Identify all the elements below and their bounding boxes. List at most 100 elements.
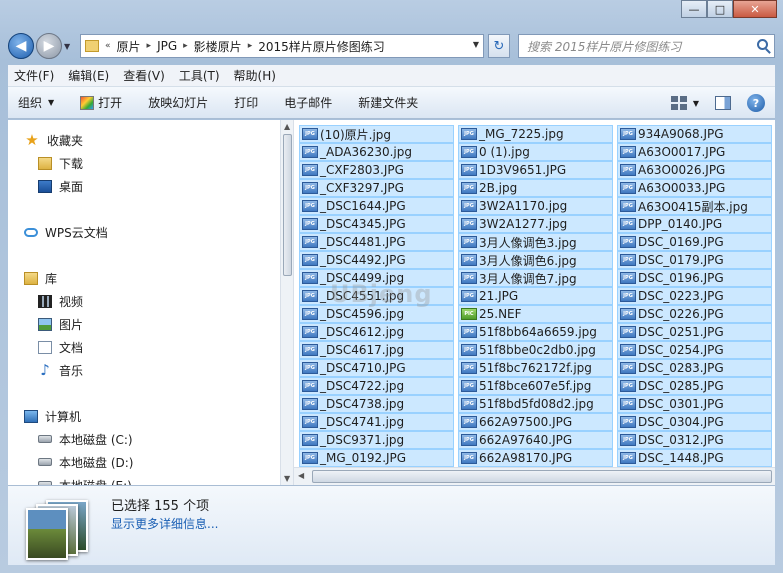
- breadcrumb-raw[interactable]: 原片: [117, 38, 141, 55]
- search-input[interactable]: 搜索 2015样片原片修图练习: [518, 34, 775, 58]
- file-item[interactable]: JPG 662A98170.JPG: [458, 449, 613, 467]
- nav-favorites[interactable]: ★ 收藏夹: [24, 130, 83, 150]
- file-item[interactable]: JPG 662A97640.JPG: [458, 431, 613, 449]
- file-item[interactable]: JPG 662A97500.JPG: [458, 413, 613, 431]
- file-item[interactable]: JPG DSC_0254.JPG: [617, 341, 772, 359]
- file-item[interactable]: JPG DSC_0285.JPG: [617, 377, 772, 395]
- file-item[interactable]: JPG 21.JPG: [458, 287, 613, 305]
- breadcrumb-studio[interactable]: 影楼原片: [194, 38, 242, 55]
- file-item[interactable]: PIC 25.NEF: [458, 305, 613, 323]
- minimize-button[interactable]: —: [681, 0, 707, 18]
- email-button[interactable]: 电子邮件: [284, 94, 332, 111]
- file-item[interactable]: JPG 0 (1).jpg: [458, 143, 613, 161]
- nav-drive-d[interactable]: 本地磁盘 (D:): [38, 452, 133, 472]
- nav-desktop[interactable]: 桌面: [38, 176, 83, 196]
- nav-videos[interactable]: 视频: [38, 291, 83, 311]
- maximize-button[interactable]: □: [707, 0, 733, 18]
- scroll-thumb[interactable]: [283, 134, 292, 276]
- file-item[interactable]: JPG _DSC4499.jpg: [299, 269, 454, 287]
- file-item[interactable]: JPG A63O0017.JPG: [617, 143, 772, 161]
- file-item[interactable]: JPG _CXF3297.JPG: [299, 179, 454, 197]
- file-item[interactable]: JPG 2B.jpg: [458, 179, 613, 197]
- breadcrumb-separator[interactable]: ▸: [147, 41, 152, 51]
- file-item[interactable]: JPG DSC_0179.JPG: [617, 251, 772, 269]
- file-item[interactable]: JPG A63O0415副本.jpg: [617, 197, 772, 215]
- file-item[interactable]: JPG DSC_0304.JPG: [617, 413, 772, 431]
- address-dropdown-icon[interactable]: ▼: [473, 40, 479, 49]
- scroll-down-icon[interactable]: ▼: [284, 474, 290, 483]
- file-item[interactable]: JPG DSC_0169.JPG: [617, 233, 772, 251]
- back-button[interactable]: ◀: [8, 33, 34, 59]
- address-bar[interactable]: « 原片 ▸ JPG ▸ 影楼原片 ▸ 2015样片原片修图练习 ▼: [80, 34, 484, 58]
- file-item[interactable]: JPG _DSC4741.jpg: [299, 413, 454, 431]
- view-dropdown-icon[interactable]: ▼: [693, 99, 699, 108]
- file-item[interactable]: JPG _DSC9371.jpg: [299, 431, 454, 449]
- nav-libraries[interactable]: 库: [24, 268, 57, 288]
- nav-drive-e[interactable]: 本地磁盘 (E:): [38, 475, 132, 485]
- file-item[interactable]: JPG _DSC1644.JPG: [299, 197, 454, 215]
- file-item[interactable]: JPG 934A9068.JPG: [617, 125, 772, 143]
- nav-documents[interactable]: 文档: [38, 337, 83, 357]
- file-item[interactable]: JPG 3W2A1277.jpg: [458, 215, 613, 233]
- file-item[interactable]: JPG _DSC4596.jpg: [299, 305, 454, 323]
- file-item[interactable]: JPG _DSC4617.jpg: [299, 341, 454, 359]
- new-folder-button[interactable]: 新建文件夹: [358, 94, 418, 111]
- file-item[interactable]: JPG A63O0026.JPG: [617, 161, 772, 179]
- show-more-details-link[interactable]: 显示更多详细信息...: [111, 515, 218, 532]
- file-item[interactable]: JPG DSC_1448.JPG: [617, 449, 772, 467]
- file-item[interactable]: JPG 51f8bbe0c2db0.jpg: [458, 341, 613, 359]
- nav-pictures[interactable]: 图片: [38, 314, 83, 334]
- file-item[interactable]: JPG DSC_0283.JPG: [617, 359, 772, 377]
- slideshow-button[interactable]: 放映幻灯片: [148, 94, 208, 111]
- file-item[interactable]: JPG 51f8bd5fd08d2.jpg: [458, 395, 613, 413]
- file-item[interactable]: JPG _ADA36230.jpg: [299, 143, 454, 161]
- file-item[interactable]: JPG _CXF2803.JPG: [299, 161, 454, 179]
- nav-drive-c[interactable]: 本地磁盘 (C:): [38, 429, 133, 449]
- file-item[interactable]: JPG _MG_0192.JPG: [299, 449, 454, 467]
- nav-wps-cloud[interactable]: WPS云文档: [24, 222, 108, 242]
- close-button[interactable]: ✕: [733, 0, 777, 18]
- file-item[interactable]: JPG _DSC4551.jpg: [299, 287, 454, 305]
- refresh-button[interactable]: ↻: [488, 34, 510, 58]
- preview-pane-icon[interactable]: [715, 96, 731, 110]
- file-item[interactable]: JPG _DSC4738.jpg: [299, 395, 454, 413]
- file-item[interactable]: JPG 3月人像调色3.jpg: [458, 233, 613, 251]
- file-item[interactable]: JPG DSC_0196.JPG: [617, 269, 772, 287]
- file-item[interactable]: JPG 3月人像调色6.jpg: [458, 251, 613, 269]
- file-item[interactable]: JPG DSC_0226.JPG: [617, 305, 772, 323]
- recent-pages-dropdown[interactable]: ▼: [64, 42, 70, 51]
- scroll-thumb[interactable]: [312, 470, 772, 483]
- organize-button[interactable]: 组织 ▼: [18, 94, 54, 111]
- breadcrumb-jpg[interactable]: JPG: [157, 39, 177, 53]
- forward-button[interactable]: ▶: [36, 33, 62, 59]
- file-item[interactable]: JPG (10)原片.jpg: [299, 125, 454, 143]
- file-item[interactable]: JPG _DSC4612.jpg: [299, 323, 454, 341]
- help-icon[interactable]: ?: [747, 94, 765, 112]
- open-button[interactable]: 打开: [80, 94, 122, 111]
- file-item[interactable]: JPG 3月人像调色7.jpg: [458, 269, 613, 287]
- nav-computer[interactable]: 计算机: [24, 406, 81, 426]
- file-item[interactable]: JPG 3W2A1170.jpg: [458, 197, 613, 215]
- menu-help[interactable]: 帮助(H): [234, 67, 276, 84]
- file-item[interactable]: JPG _DSC4481.JPG: [299, 233, 454, 251]
- breadcrumb-separator[interactable]: ▸: [183, 41, 188, 51]
- file-item[interactable]: JPG A63O0033.JPG: [617, 179, 772, 197]
- menu-tools[interactable]: 工具(T): [179, 67, 220, 84]
- file-item[interactable]: JPG DSC_0223.JPG: [617, 287, 772, 305]
- file-item[interactable]: JPG _DSC4345.JPG: [299, 215, 454, 233]
- menu-edit[interactable]: 编辑(E): [68, 67, 109, 84]
- print-button[interactable]: 打印: [234, 94, 258, 111]
- file-item[interactable]: JPG DSC_0251.JPG: [617, 323, 772, 341]
- file-list-horizontal-scrollbar[interactable]: ◀: [294, 467, 775, 485]
- file-item[interactable]: JPG _DSC4492.JPG: [299, 251, 454, 269]
- file-item[interactable]: JPG _DSC4722.jpg: [299, 377, 454, 395]
- file-item[interactable]: JPG DSC_0301.JPG: [617, 395, 772, 413]
- breadcrumb-separator[interactable]: ▸: [248, 41, 253, 51]
- scroll-left-icon[interactable]: ◀: [298, 471, 304, 480]
- file-item[interactable]: JPG _DSC4710.JPG: [299, 359, 454, 377]
- address-prefix[interactable]: «: [105, 41, 111, 51]
- file-item[interactable]: JPG 51f8bb64a6659.jpg: [458, 323, 613, 341]
- breadcrumb-current-folder[interactable]: 2015样片原片修图练习: [258, 38, 385, 55]
- nav-downloads[interactable]: 下载: [38, 153, 83, 173]
- nav-music[interactable]: ♪ 音乐: [38, 360, 83, 380]
